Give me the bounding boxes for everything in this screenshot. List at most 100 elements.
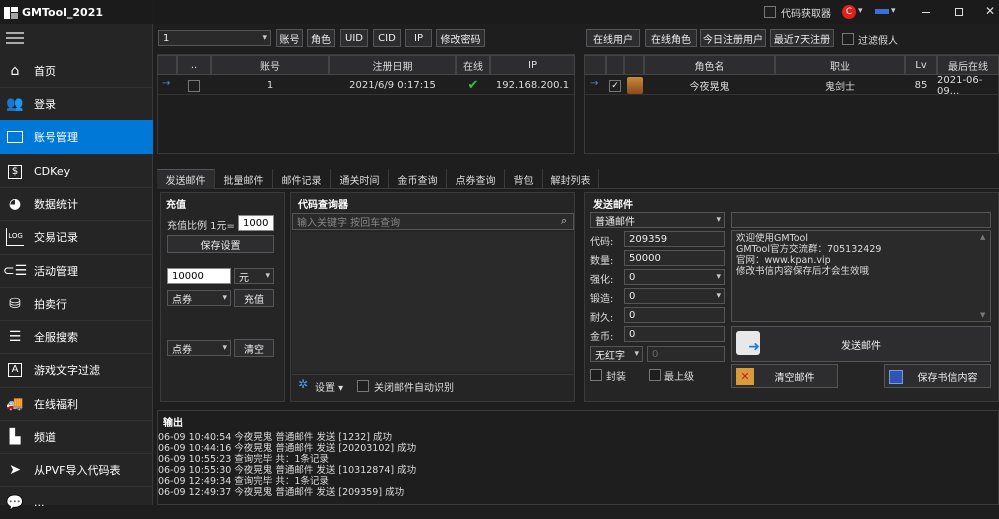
red-text-select[interactable]: 无红字 ▾ (590, 346, 643, 362)
server-select[interactable]: 1 ▾ (158, 30, 271, 46)
nav-auction[interactable]: ⛁ 拍卖行 (0, 287, 153, 320)
last7days-registered-button[interactable]: 最近7天注册 (770, 29, 834, 47)
col-header[interactable]: 角色名 (644, 55, 775, 75)
search-icon[interactable]: ⌕ (561, 214, 567, 228)
nav-more[interactable]: 💬... (0, 486, 153, 519)
tab-unban-list[interactable]: 解封列表 (543, 169, 599, 189)
online-check-icon: ✔ (467, 78, 479, 93)
minimize-icon[interactable] (922, 12, 930, 13)
code-getter-label: 代码获取器 (781, 9, 831, 20)
online-users-button[interactable]: 在线用户 (586, 29, 640, 47)
pie-chart-icon: ◕ (8, 195, 22, 212)
red-text-value-input[interactable]: 0 (647, 346, 725, 362)
quantity-input[interactable]: 50000 (624, 250, 725, 266)
output-log[interactable]: 06-09 10:40:54 今夜晃鬼 普通邮件 发送 [1232] 成功 06… (158, 432, 998, 498)
gold-input[interactable]: 0 (624, 326, 725, 342)
uid-button[interactable]: UID (340, 29, 368, 47)
nav-pvf-import[interactable]: ➤ 从PVF导入代码表 (0, 453, 153, 486)
ip-button[interactable]: IP (405, 29, 432, 47)
scroll-down-icon[interactable]: ▼ (980, 311, 985, 319)
maximize-icon[interactable] (955, 8, 963, 16)
truck-icon: 🚚 (6, 395, 24, 412)
item-code-input[interactable]: 209359 (624, 231, 725, 247)
hamburger-menu-icon[interactable] (6, 32, 24, 44)
mail-content-textarea[interactable]: 欢迎使用GMTool GMTool官方交流群：705132429 官网：www.… (731, 230, 991, 322)
nav-home[interactable]: ⌂ 首页 (0, 54, 153, 87)
gear-icon[interactable]: ✲ (298, 377, 308, 391)
role-button[interactable]: 角色 (307, 29, 335, 47)
brand-icon[interactable]: C (842, 5, 856, 19)
change-password-button[interactable]: 修改密码 (436, 29, 485, 47)
settings-menu[interactable]: 设置 ▾ (315, 379, 343, 394)
col-header[interactable]: Lv (905, 55, 937, 75)
col-header[interactable]: 最后在线 (937, 55, 999, 75)
currency-type-select[interactable]: 点券 ▾ (167, 290, 231, 306)
clear-mail-icon: ✕ (736, 368, 754, 385)
tab-mail-log[interactable]: 邮件记录 (273, 169, 331, 189)
today-registered-button[interactable]: 今日注册用户 (700, 29, 766, 47)
chevron-down-icon[interactable]: ▾ (891, 6, 896, 16)
send-mail-title: 发送邮件 (593, 200, 633, 211)
tab-send-mail[interactable]: 发送邮件 (157, 169, 215, 189)
register-date: 2021/6/9 0:17:15 (349, 80, 436, 91)
send-mail-icon: ➜ (736, 331, 760, 355)
scroll-up-icon[interactable]: ▲ (980, 233, 985, 241)
output-title: 输出 (163, 418, 183, 429)
clear-mail-button[interactable]: ✕ 清空邮件 (731, 364, 838, 388)
strengthen-select[interactable]: 0 ▾ (624, 269, 725, 285)
text-box-icon: A (6, 361, 24, 379)
seal-checkbox[interactable] (590, 369, 602, 381)
col-header[interactable]: IP (490, 55, 575, 75)
tab-point-query[interactable]: 点券查询 (447, 169, 505, 189)
theme-swatch-icon[interactable] (875, 9, 889, 14)
nav-cdkey[interactable]: $ CDKey (0, 155, 153, 188)
ratio-label: 充值比例 1元= (167, 221, 235, 232)
row-checkbox[interactable] (188, 80, 200, 92)
durability-input[interactable]: 0 (624, 307, 725, 323)
nav-channel[interactable]: ▙ 频道 (0, 420, 153, 453)
mail-subject-input[interactable] (731, 212, 991, 228)
id-card-icon (6, 128, 24, 146)
auto-detect-checkbox[interactable] (357, 380, 369, 392)
nav-activity[interactable]: ⊂☰ 活动管理 (0, 254, 153, 287)
nav-text-filter[interactable]: A 游戏文字过滤 (0, 353, 153, 386)
col-header[interactable]: .. (177, 55, 211, 75)
nav-login[interactable]: 👥 登录 (0, 87, 153, 120)
nav-stats[interactable]: ◕ 数据统计 (0, 187, 153, 220)
nav-account-manage[interactable]: 账号管理 (0, 120, 153, 154)
col-header[interactable]: 职业 (775, 55, 905, 75)
send-mail-button[interactable]: ➜ 发送邮件 (731, 326, 991, 362)
nav-global-search[interactable]: ☰ 全服搜索 (0, 320, 153, 353)
ratio-input[interactable]: 1000 (238, 215, 274, 231)
code-search-input[interactable]: 输入关键字 按回车查询 (292, 213, 574, 230)
home-icon: ⌂ (10, 62, 20, 79)
online-roles-button[interactable]: 在线角色 (645, 29, 697, 47)
amount-input[interactable]: 10000 (167, 268, 231, 284)
tab-clear-time[interactable]: 通关时间 (331, 169, 389, 189)
clear-type-select[interactable]: 点券 ▾ (167, 340, 231, 356)
nav-trade-log[interactable]: LOG 交易记录 (0, 220, 153, 253)
save-letter-button[interactable]: 保存书信内容 (884, 364, 991, 388)
nav-online-welfare[interactable]: 🚚 在线福利 (0, 387, 153, 420)
code-getter-checkbox[interactable] (764, 6, 776, 18)
chevron-down-icon[interactable]: ▾ (858, 6, 863, 16)
code-result-list[interactable] (292, 232, 574, 372)
col-header[interactable]: 账号 (211, 55, 329, 75)
col-header[interactable]: 在线 (456, 55, 490, 75)
account-button[interactable]: 账号 (276, 29, 303, 47)
row-checkbox-checked[interactable]: ✓ (609, 80, 621, 92)
filter-fake-checkbox[interactable] (842, 33, 854, 45)
close-icon[interactable]: ✕ (985, 4, 995, 18)
col-header[interactable]: 注册日期 (329, 55, 456, 75)
forge-select[interactable]: 0 ▾ (624, 288, 725, 304)
save-settings-button[interactable]: 保存设置 (167, 235, 274, 253)
unit-select[interactable]: 元 ▾ (234, 268, 274, 284)
tab-gold-query[interactable]: 金币查询 (389, 169, 447, 189)
recharge-button[interactable]: 充值 (234, 289, 274, 307)
tab-inventory[interactable]: 背包 (505, 169, 543, 189)
mail-type-select[interactable]: 普通邮件 ▾ (590, 212, 725, 228)
cid-button[interactable]: CID (373, 29, 401, 47)
tab-batch-mail[interactable]: 批量邮件 (215, 169, 273, 189)
max-level-checkbox[interactable] (649, 369, 661, 381)
clear-button[interactable]: 清空 (234, 339, 274, 357)
